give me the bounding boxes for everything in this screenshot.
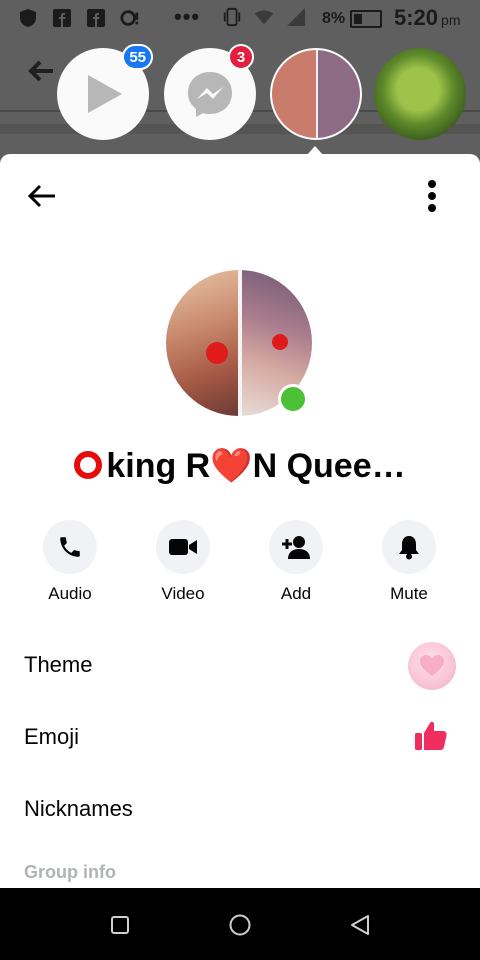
system-navigation-bar: [0, 888, 480, 960]
heart-theme-icon: [420, 655, 444, 676]
battery-percent: 8%: [322, 10, 346, 27]
heart-icon: ❤️: [210, 447, 253, 485]
recents-button[interactable]: [105, 910, 135, 940]
unread-badge: 55: [122, 44, 153, 70]
wifi-icon: [254, 7, 274, 27]
theme-row[interactable]: Theme: [0, 630, 480, 702]
background-back-arrow-icon: [28, 60, 54, 87]
emoji-row[interactable]: Emoji: [0, 702, 480, 774]
clock-ampm: pm: [441, 12, 461, 28]
chat-head-play[interactable]: 55: [57, 44, 153, 140]
home-button[interactable]: [225, 910, 255, 940]
vibrate-icon: [222, 7, 242, 27]
more-options-button[interactable]: [414, 178, 450, 214]
nature-avatar-photo: [374, 48, 466, 140]
system-icons: [222, 7, 306, 27]
notification-icons: [18, 8, 140, 28]
facebook-icon-2: [86, 8, 106, 28]
circle-icon: [229, 914, 251, 936]
mute-label: Mute: [390, 584, 428, 603]
nicknames-row[interactable]: Nicknames: [0, 774, 480, 846]
quick-actions: Audio Video Add Mute: [0, 520, 480, 610]
group-info-heading: Group info: [24, 862, 116, 882]
more-notifications-dots: •••: [174, 4, 201, 29]
sync-alert-icon: [120, 8, 140, 28]
red-circle-icon: [74, 451, 103, 479]
online-status-dot: [278, 384, 308, 414]
phone-icon: [60, 537, 80, 557]
video-camera-icon: [169, 539, 197, 555]
mute-button[interactable]: [382, 520, 436, 574]
avatar-detail: [206, 342, 228, 364]
user-avatar-photo: [270, 48, 362, 140]
add-people-button[interactable]: [269, 520, 323, 574]
battery-icon: [350, 10, 382, 28]
chat-head-messenger[interactable]: 3: [164, 44, 256, 140]
chat-head-user[interactable]: [270, 48, 362, 140]
mute-action[interactable]: Mute: [364, 520, 454, 604]
clock-time: 5:20: [394, 5, 439, 30]
triangle-back-icon: [351, 915, 369, 935]
add-person-icon: [282, 536, 310, 559]
audio-label: Audio: [48, 584, 92, 603]
facebook-icon: [52, 8, 72, 28]
video-call-button[interactable]: [156, 520, 210, 574]
video-label: Video: [161, 584, 205, 603]
audio-call-action[interactable]: Audio: [25, 520, 115, 604]
more-vertical-icon: [428, 180, 436, 212]
add-label: Add: [280, 584, 312, 603]
chat-head-nature[interactable]: [374, 48, 466, 140]
square-icon: [111, 916, 129, 934]
back-button[interactable]: [24, 180, 60, 212]
messenger-icon: [188, 72, 232, 117]
emoji-label: Emoji: [24, 724, 80, 749]
video-call-action[interactable]: Video: [138, 520, 228, 604]
shield-icon: [18, 8, 38, 28]
status-bar: ••• 8% 5:20 pm: [0, 0, 480, 38]
signal-icon: [286, 7, 306, 27]
avatar-detail-2: [272, 334, 288, 350]
audio-call-button[interactable]: [43, 520, 97, 574]
theme-label: Theme: [24, 652, 93, 677]
thumbs-up-icon: [414, 720, 448, 757]
theme-swatch: [408, 642, 456, 690]
add-people-action[interactable]: Add: [251, 520, 341, 604]
unread-badge-messenger: 3: [228, 44, 254, 70]
system-back-button[interactable]: [345, 910, 375, 940]
avatar-photo-left: [166, 270, 238, 416]
nicknames-label: Nicknames: [24, 796, 133, 821]
bell-icon: [399, 536, 419, 560]
back-arrow-icon: [27, 184, 55, 208]
clock: 5:20 pm: [394, 5, 461, 31]
name-part-1: king R: [106, 447, 211, 485]
conversation-settings-sheet: king R❤️N Quee… Audio Video Add Mute The…: [0, 154, 480, 888]
conversation-name: king R❤️N Quee…: [0, 446, 480, 486]
name-part-2: N Quee…: [252, 447, 406, 485]
